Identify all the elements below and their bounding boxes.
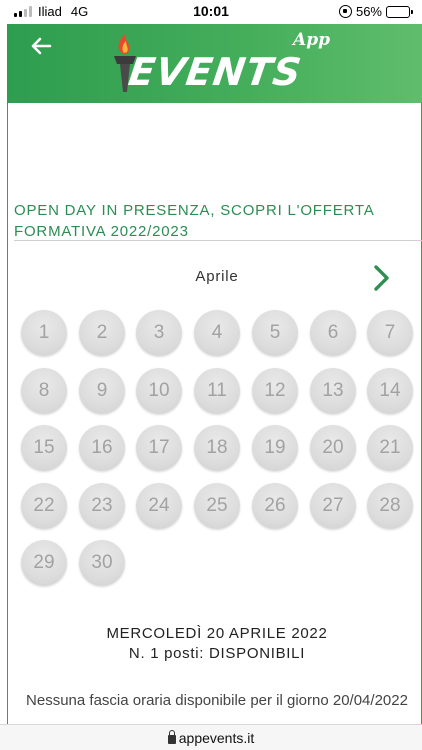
availability-status: N. 1 posti: DISPONIBILI	[128, 645, 306, 662]
time-slot-note: Nessuna fascia oraria disponibile per il…	[26, 692, 408, 709]
calendar-day[interactable]: 25	[194, 483, 240, 529]
url-display[interactable]: appevents.it	[0, 730, 422, 746]
app-header: EVENTS App	[7, 24, 422, 103]
calendar-day[interactable]: 8	[21, 368, 67, 414]
title-divider	[14, 240, 422, 241]
calendar-day[interactable]: 15	[21, 425, 67, 471]
calendar-day[interactable]: 26	[252, 483, 298, 529]
calendar-day[interactable]: 6	[310, 310, 356, 356]
calendar-day[interactable]: 29	[21, 540, 67, 586]
browser-url-bar[interactable]: appevents.it	[0, 724, 422, 750]
logo-app-label: App	[293, 30, 330, 50]
calendar-day[interactable]: 22	[21, 483, 67, 529]
event-title: OPEN DAY IN PRESENZA, SCOPRI L'OFFERTA F…	[14, 202, 374, 240]
calendar-day[interactable]: 4	[194, 310, 240, 356]
calendar-day[interactable]: 12	[252, 368, 298, 414]
calendar-day[interactable]: 28	[367, 483, 413, 529]
url-text: appevents.it	[178, 730, 255, 746]
calendar-day[interactable]: 24	[136, 483, 182, 529]
back-arrow-icon[interactable]	[29, 34, 53, 58]
status-right: 56%	[338, 4, 413, 19]
calendar-day[interactable]: 20	[310, 425, 356, 471]
calendar-day[interactable]: 16	[79, 425, 125, 471]
selected-date-info: MERCOLEDÌ 20 APRILE 2022 N. 1 posti: DIS…	[0, 624, 422, 664]
calendar-day[interactable]: 3	[136, 310, 182, 356]
selected-date: MERCOLEDÌ 20 APRILE 2022	[106, 625, 328, 642]
month-label: Aprile	[195, 268, 239, 285]
calendar-day[interactable]: 5	[252, 310, 298, 356]
calendar-day[interactable]: 18	[194, 425, 240, 471]
calendar-day[interactable]: 9	[79, 368, 125, 414]
chevron-right-icon[interactable]	[370, 263, 394, 293]
battery-icon	[386, 5, 413, 18]
calendar-day[interactable]: 10	[136, 368, 182, 414]
orientation-lock-icon	[338, 5, 352, 18]
calendar-day[interactable]: 14	[367, 368, 413, 414]
lock-icon	[167, 730, 176, 744]
status-bar: Iliad 4G 10:01 56%	[0, 0, 422, 24]
logo-wordmark: EVENTS	[125, 50, 305, 94]
left-border	[7, 24, 8, 724]
calendar-day[interactable]: 27	[310, 483, 356, 529]
calendar-day[interactable]: 30	[79, 540, 125, 586]
calendar-day[interactable]: 17	[136, 425, 182, 471]
calendar-day[interactable]: 2	[79, 310, 125, 356]
app-logo[interactable]: EVENTS App	[107, 28, 337, 96]
calendar-day[interactable]: 1	[21, 310, 67, 356]
battery-percent: 56%	[355, 4, 382, 19]
calendar-day[interactable]: 21	[367, 425, 413, 471]
calendar-day[interactable]: 13	[310, 368, 356, 414]
calendar-day[interactable]: 7	[367, 310, 413, 356]
calendar-day[interactable]: 23	[79, 483, 125, 529]
calendar-day[interactable]: 19	[252, 425, 298, 471]
calendar-day[interactable]: 11	[194, 368, 240, 414]
